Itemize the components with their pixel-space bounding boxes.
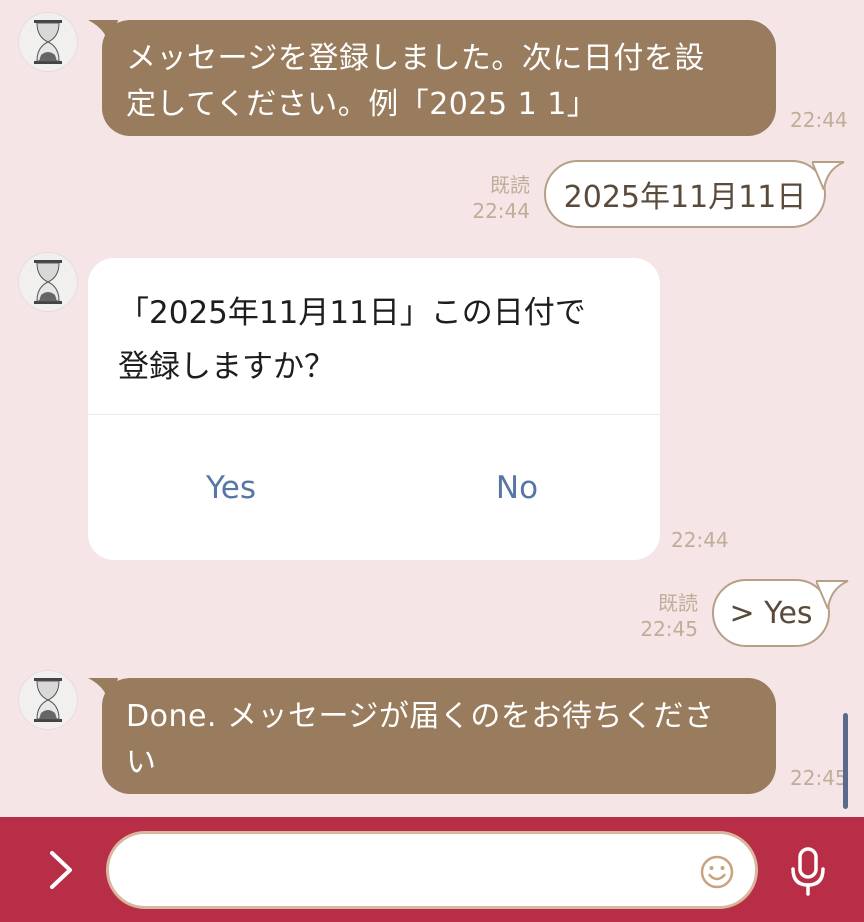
message-text: > Yes	[729, 595, 813, 631]
confirm-question: 「2025年11月11日」この日付で 登録しますか？	[118, 286, 638, 394]
read-label: 既読	[490, 173, 530, 197]
confirm-line: 「2025年11月11日」この日付で	[118, 295, 586, 331]
bot-avatar[interactable]	[18, 670, 78, 730]
read-receipt: 既読 22:45	[628, 590, 698, 642]
bot-message: メッセージを登録しました。次に日付を設 定してください。例「2025 1 1」	[102, 20, 776, 136]
hourglass-icon	[34, 678, 62, 722]
bot-message: Done. メッセージが届くのをお待ちくださ い	[102, 678, 776, 794]
hourglass-icon	[34, 20, 62, 64]
scrollbar[interactable]	[843, 713, 848, 809]
chevron-right-icon[interactable]	[38, 847, 82, 893]
confirm-line: 登録しますか？	[118, 349, 335, 385]
read-receipt: 既読 22:44	[460, 172, 530, 224]
message-line: Done. メッセージが届くのをお待ちくださ	[126, 699, 715, 734]
message-line: い	[126, 745, 157, 780]
message-line: メッセージを登録しました。次に日付を設	[126, 41, 705, 76]
user-message: > Yes	[712, 579, 830, 647]
confirm-dialog: 「2025年11月11日」この日付で 登録しますか？ Yes No	[88, 258, 660, 560]
message-time: 22:44	[790, 108, 848, 132]
no-button[interactable]: No	[374, 415, 660, 560]
bot-avatar[interactable]	[18, 12, 78, 72]
bot-avatar[interactable]	[18, 252, 78, 312]
bubble-tail	[812, 161, 845, 190]
bottom-input-bar	[0, 817, 864, 922]
smiley-icon[interactable]	[699, 854, 735, 890]
message-time: 22:45	[790, 766, 848, 790]
message-time: 22:44	[671, 528, 729, 552]
hourglass-icon	[34, 260, 62, 304]
message-input[interactable]	[133, 848, 697, 894]
read-label: 既読	[658, 591, 698, 615]
microphone-icon[interactable]	[788, 847, 828, 897]
message-time: 22:44	[472, 199, 530, 223]
message-input-wrapper	[106, 831, 758, 909]
message-line: 定してください。例「2025 1 1」	[126, 87, 598, 122]
yes-button[interactable]: Yes	[88, 415, 374, 560]
bubble-tail	[816, 580, 849, 609]
message-text: 2025年11月11日	[563, 180, 807, 215]
message-time: 22:45	[640, 617, 698, 641]
user-message: 2025年11月11日	[544, 160, 826, 228]
